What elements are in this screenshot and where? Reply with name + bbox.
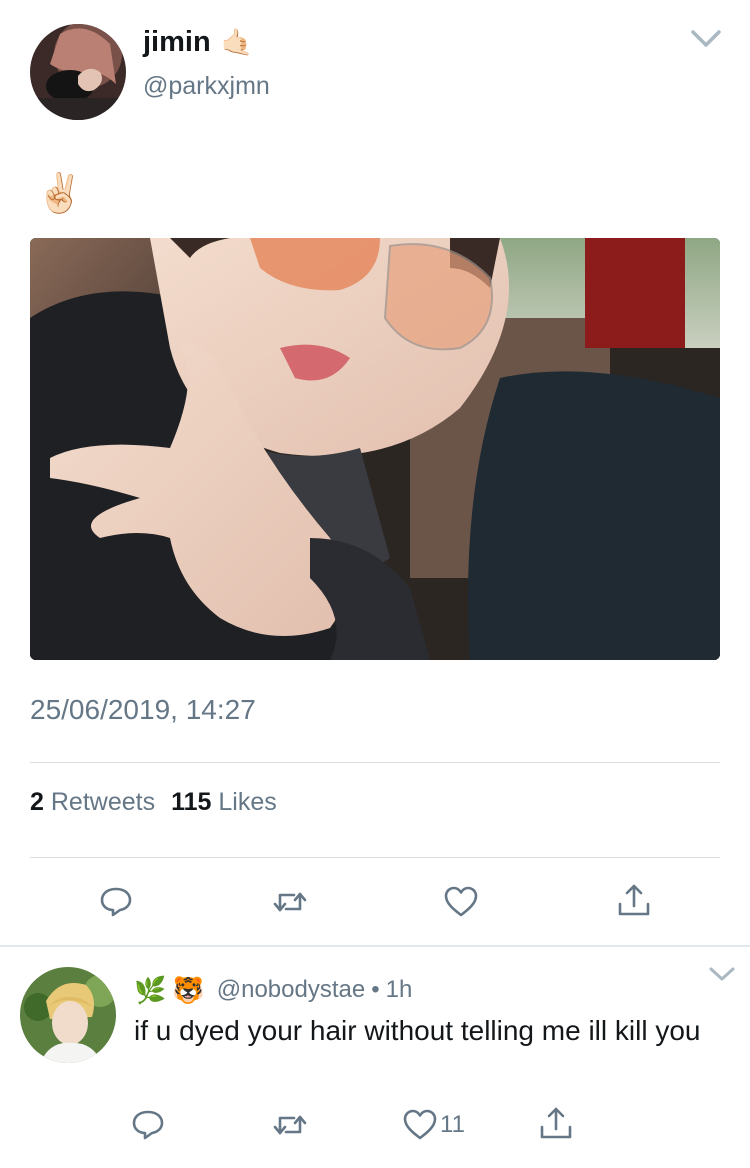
- retweet-icon[interactable]: [272, 884, 308, 920]
- reply-actions: 11: [0, 1107, 750, 1147]
- chevron-down-icon[interactable]: [708, 965, 736, 983]
- heart-icon[interactable]: [402, 1107, 438, 1143]
- engagement-stats: 2 Retweets 115 Likes: [30, 788, 277, 817]
- divider: [30, 762, 720, 763]
- likes-count: 115: [171, 788, 212, 816]
- author-name-row: jimin 🤙🏻: [143, 26, 253, 59]
- display-name[interactable]: jimin: [143, 26, 211, 59]
- retweet-icon[interactable]: [272, 1107, 308, 1143]
- chevron-down-icon[interactable]: [690, 28, 722, 50]
- tweet-photo[interactable]: [30, 238, 720, 660]
- reply-icon[interactable]: [130, 1107, 166, 1143]
- reply-likes-count: 11: [440, 1111, 465, 1138]
- likes-stat[interactable]: 115 Likes: [171, 788, 277, 817]
- share-icon[interactable]: [616, 882, 652, 918]
- tiger-emoji: 🐯: [172, 975, 205, 1005]
- main-tweet: jimin 🤙🏻 @parkxjmn ✌🏻 25/06/2019, 14:27 …: [0, 0, 750, 946]
- avatar[interactable]: [30, 24, 126, 120]
- tweet-text: ✌🏻: [36, 173, 84, 215]
- reply-separator: •: [371, 976, 380, 1003]
- heart-icon[interactable]: [443, 884, 479, 920]
- tweet-actions: [0, 878, 750, 928]
- retweets-stat[interactable]: 2 Retweets: [30, 788, 155, 817]
- retweets-label: Retweets: [50, 788, 156, 816]
- herb-emoji: 🌿: [134, 975, 167, 1005]
- share-icon[interactable]: [538, 1105, 574, 1141]
- reply-header: 🌿 🐯 @nobodystae • 1h: [134, 975, 412, 1005]
- tweet-timestamp: 25/06/2019, 14:27: [30, 694, 256, 725]
- divider: [30, 857, 720, 858]
- call-me-hand-emoji: 🤙🏻: [220, 27, 254, 57]
- photo-image: [30, 238, 720, 660]
- reply-avatar-image: [20, 967, 116, 1063]
- retweets-count: 2: [30, 788, 44, 816]
- reply-text: if u dyed your hair without telling me i…: [134, 1015, 701, 1046]
- avatar-image: [30, 24, 126, 120]
- reply-time: 1h: [385, 976, 413, 1003]
- reply-handle[interactable]: @nobodystae: [217, 976, 365, 1004]
- reply-avatar[interactable]: [20, 967, 116, 1063]
- likes-label: Likes: [218, 788, 277, 816]
- username-handle[interactable]: @parkxjmn: [143, 72, 270, 101]
- reply-tweet[interactable]: 🌿 🐯 @nobodystae • 1h if u dyed your hair…: [0, 947, 750, 1168]
- reply-icon[interactable]: [98, 884, 134, 920]
